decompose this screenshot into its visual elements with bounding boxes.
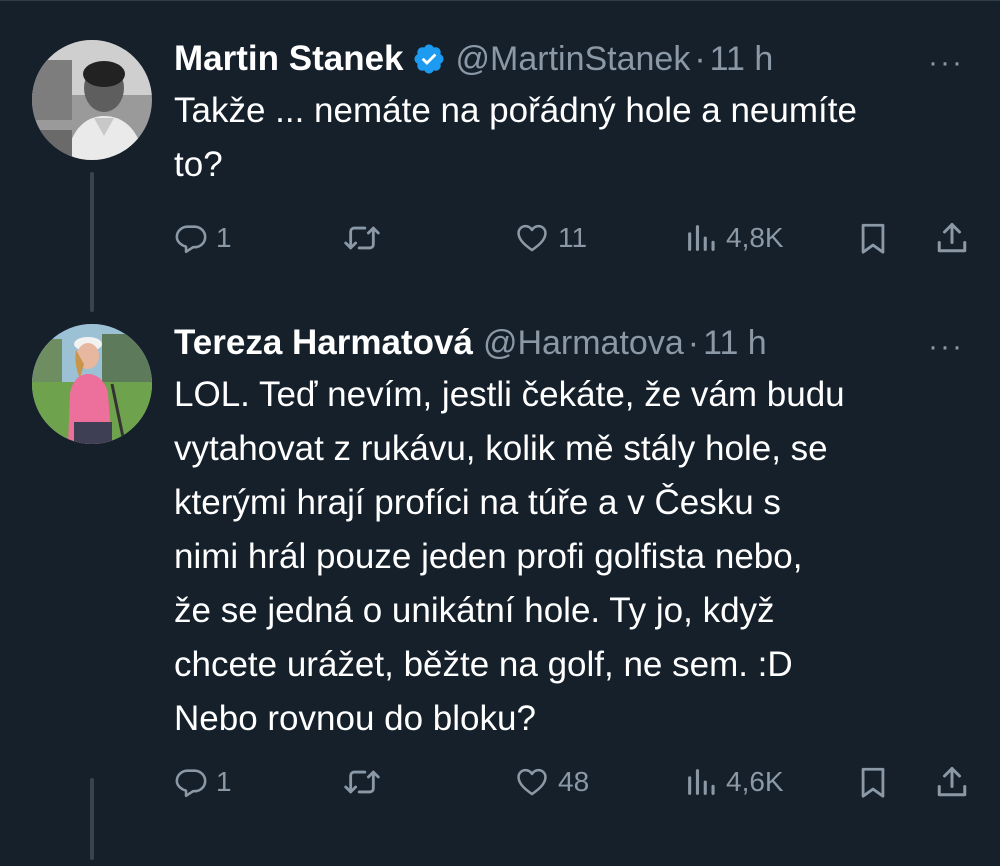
tweet-content: Martin Stanek @MartinStanek · 11 h ··· T… xyxy=(174,36,972,192)
more-options-icon[interactable]: ··· xyxy=(928,46,964,80)
action-bar: 1 11 4,8K xyxy=(174,218,974,258)
author-handle[interactable]: @Harmatova xyxy=(483,324,684,363)
avatar[interactable] xyxy=(32,324,152,444)
author-name[interactable]: Tereza Harmatová xyxy=(174,323,473,363)
tweet-text: Takže ... nemáte na pořádný hole a neumí… xyxy=(174,91,857,184)
avatar[interactable] xyxy=(32,40,152,160)
view-count: 4,6K xyxy=(726,766,784,797)
more-options-icon[interactable]: ··· xyxy=(928,330,964,364)
retweet-button[interactable] xyxy=(342,218,382,258)
timestamp[interactable]: 11 h xyxy=(703,324,767,363)
author-handle[interactable]: @MartinStanek xyxy=(456,40,691,79)
views-icon xyxy=(684,765,718,799)
timestamp[interactable]: 11 h xyxy=(710,40,774,79)
heart-icon xyxy=(514,221,550,255)
bookmark-icon xyxy=(856,763,890,801)
bookmark-icon xyxy=(856,219,890,257)
tweet-header: Tereza Harmatová @Harmatova · 11 h ··· xyxy=(174,320,972,366)
heart-icon xyxy=(514,765,550,799)
views-icon xyxy=(684,221,718,255)
view-count: 4,8K xyxy=(726,222,784,253)
separator-dot: · xyxy=(687,323,700,362)
like-count: 48 xyxy=(558,766,590,797)
tweet-header: Martin Stanek @MartinStanek · 11 h ··· xyxy=(174,36,972,82)
tweet[interactable]: Tereza Harmatová @Harmatova · 11 h ··· L… xyxy=(0,310,1000,866)
author-name[interactable]: Martin Stanek xyxy=(174,39,404,79)
bookmark-button[interactable] xyxy=(856,762,890,802)
share-icon xyxy=(934,220,970,256)
action-bar: 1 48 4,6K xyxy=(174,762,974,802)
verified-badge-icon xyxy=(412,42,446,76)
reply-button[interactable]: 1 xyxy=(174,762,232,802)
retweet-icon xyxy=(342,765,382,799)
retweet-icon xyxy=(342,221,382,255)
thread-line xyxy=(90,172,94,312)
share-icon xyxy=(934,764,970,800)
tweet-content: Tereza Harmatová @Harmatova · 11 h ··· L… xyxy=(174,320,972,746)
reply-icon xyxy=(174,765,208,799)
like-button[interactable]: 48 xyxy=(514,762,589,802)
share-button[interactable] xyxy=(934,762,970,802)
reply-count: 1 xyxy=(216,766,232,797)
reply-icon xyxy=(174,221,208,255)
reply-button[interactable]: 1 xyxy=(174,218,232,258)
views-button[interactable]: 4,6K xyxy=(684,762,784,802)
like-button[interactable]: 11 xyxy=(514,218,587,258)
like-count: 11 xyxy=(558,222,588,253)
bookmark-button[interactable] xyxy=(856,218,890,258)
views-button[interactable]: 4,8K xyxy=(684,218,784,258)
reply-count: 1 xyxy=(216,222,232,253)
share-button[interactable] xyxy=(934,218,970,258)
retweet-button[interactable] xyxy=(342,762,382,802)
tweet[interactable]: Martin Stanek @MartinStanek · 11 h ··· T… xyxy=(0,0,1000,312)
separator-dot: · xyxy=(694,39,706,78)
tweet-text: LOL. Teď nevím, jestli čekáte, že vám bu… xyxy=(174,375,845,738)
thread-line xyxy=(90,778,94,860)
